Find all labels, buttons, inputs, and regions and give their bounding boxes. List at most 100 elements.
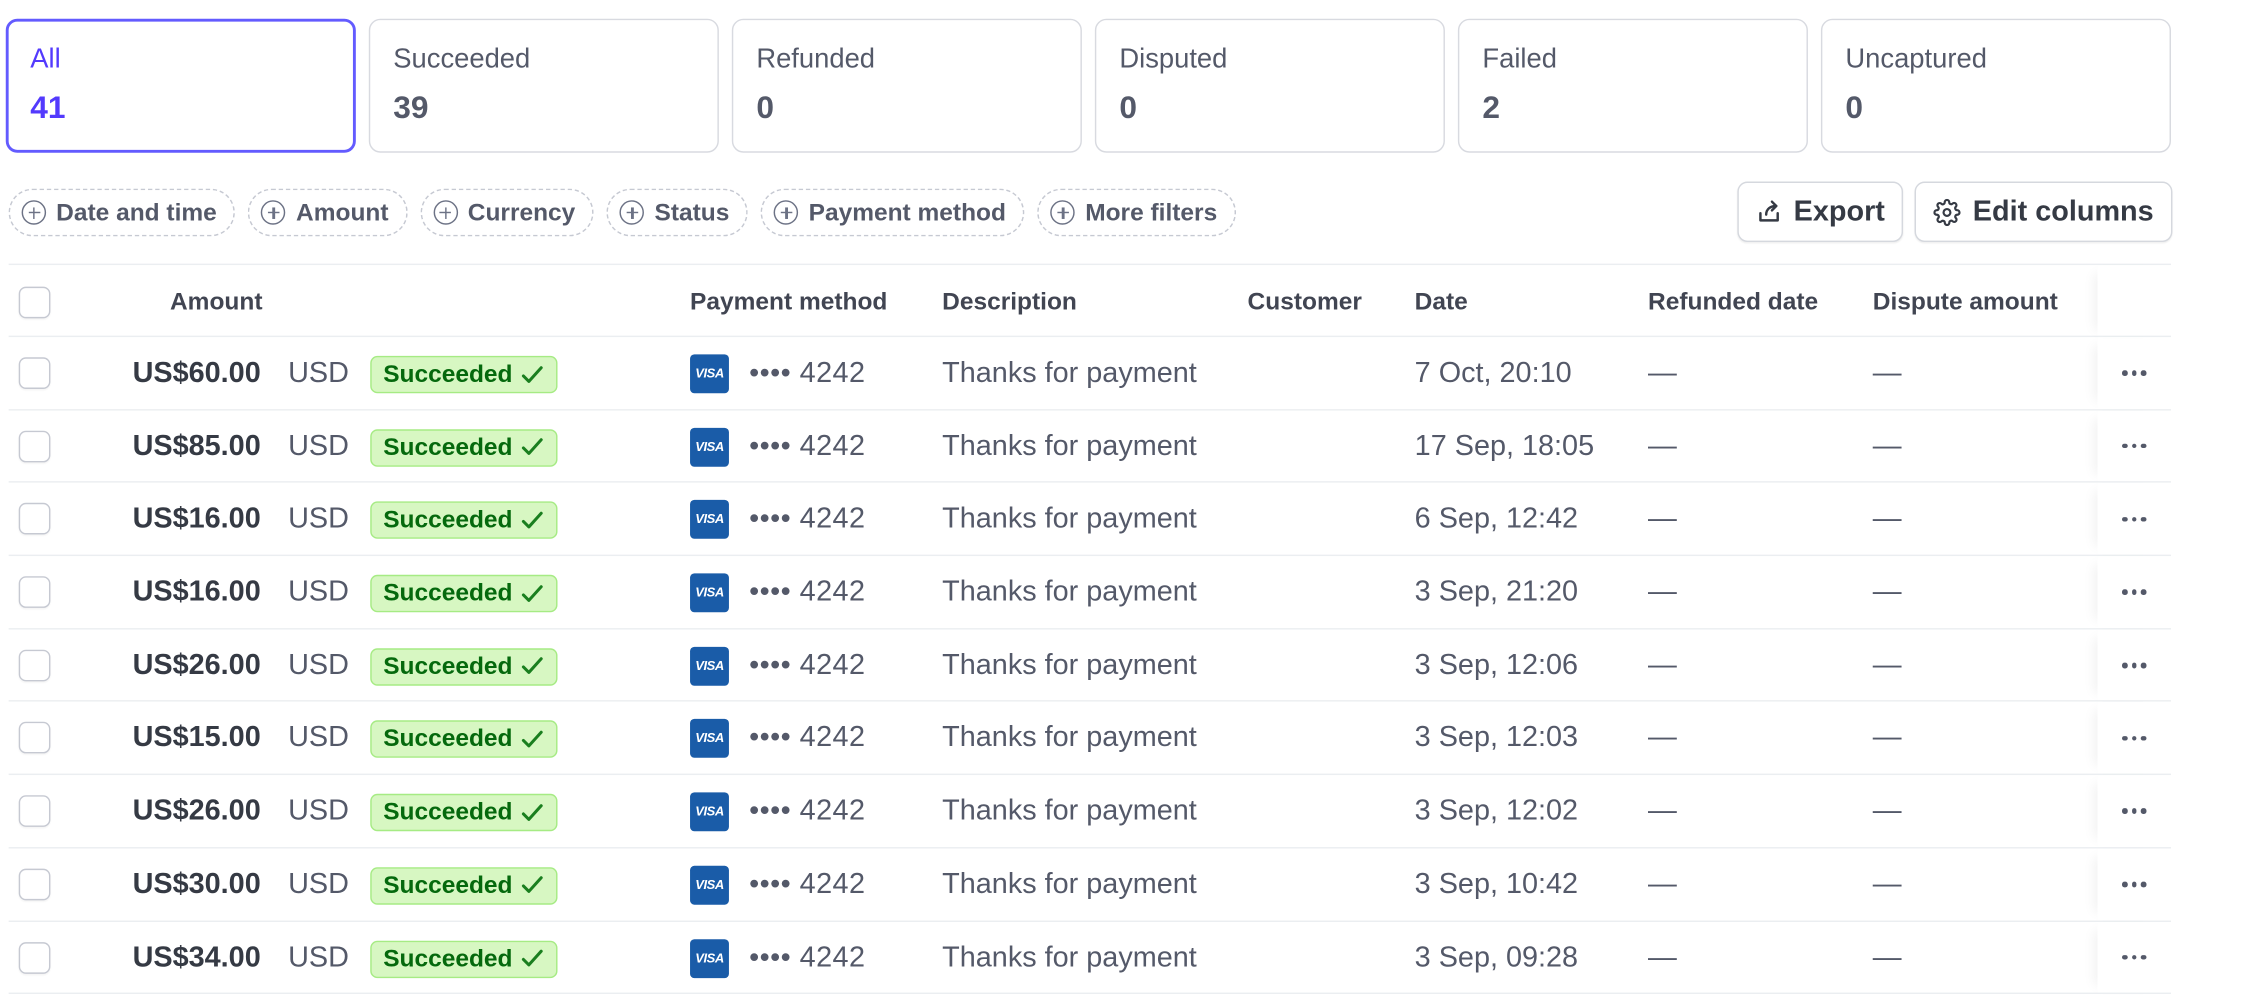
column-header-description[interactable]: Description (942, 265, 1077, 338)
table-actions: Export Edit columns (1737, 181, 2173, 243)
date-cell: 17 Sep, 18:05 (1414, 430, 1595, 462)
status-badge: Succeeded (370, 793, 558, 832)
filter-status[interactable]: Status (606, 188, 749, 237)
row-more-button[interactable] (2098, 337, 2171, 409)
description-cell: Thanks for payment (942, 503, 1197, 536)
table-row[interactable]: US$30.00 USD Succeeded VISA •••• 4242 Th… (8, 848, 2171, 922)
more-horizontal-icon (2122, 370, 2147, 376)
amount-cell: US$30.00 (132, 868, 261, 901)
currency-cell: USD (288, 722, 349, 755)
filter-payment-method[interactable]: Payment method (761, 188, 1025, 237)
more-horizontal-icon (2122, 954, 2147, 960)
column-header-refunded-date[interactable]: Refunded date (1648, 265, 1818, 338)
row-more-button[interactable] (2098, 483, 2171, 555)
export-button[interactable]: Export (1737, 181, 1904, 243)
table-row[interactable]: US$16.00 USD Succeeded VISA •••• 4242 Th… (8, 556, 2171, 630)
checkmark-icon (521, 584, 543, 602)
status-tab-succeeded[interactable]: Succeeded 39 (368, 18, 719, 153)
status-tab-count: 2 (1482, 89, 1501, 126)
card-number-cell: •••• 4242 (749, 722, 866, 755)
visa-icon: VISA (690, 792, 729, 832)
status-tab-refunded[interactable]: Refunded 0 (731, 18, 1082, 153)
table-row[interactable]: US$34.00 USD Succeeded VISA •••• 4242 Th… (8, 921, 2171, 995)
row-checkbox[interactable] (18, 795, 51, 828)
filter-amount[interactable]: Amount (248, 188, 408, 237)
visa-icon: VISA (690, 646, 729, 686)
status-badge: Succeeded (370, 647, 558, 686)
filter-label: Currency (467, 198, 576, 226)
status-badge: Succeeded (370, 720, 558, 759)
status-tab-label: Refunded (756, 44, 876, 75)
checkmark-icon (521, 438, 543, 456)
dispute-amount-cell: — (1872, 430, 1902, 462)
row-checkbox[interactable] (18, 868, 51, 901)
row-checkbox[interactable] (18, 430, 51, 462)
currency-cell: USD (288, 357, 349, 389)
column-header-dispute-amount[interactable]: Dispute amount (1873, 265, 2058, 338)
table-row[interactable]: US$16.00 USD Succeeded VISA •••• 4242 Th… (8, 483, 2171, 557)
edit-columns-button[interactable]: Edit columns (1915, 181, 2173, 243)
refunded-date-cell: — (1648, 430, 1677, 462)
more-horizontal-icon (2122, 589, 2147, 595)
table-row[interactable]: US$85.00 USD Succeeded VISA •••• 4242 Th… (8, 410, 2171, 484)
date-cell: 3 Sep, 09:28 (1414, 941, 1579, 974)
status-tab-uncaptured[interactable]: Uncaptured 0 (1820, 18, 2171, 153)
payments-table: Amount Payment method Description Custom… (8, 263, 2171, 995)
column-header-amount[interactable]: Amount (170, 265, 263, 338)
refunded-date-cell: — (1648, 649, 1677, 682)
filter-more-filters[interactable]: More filters (1037, 188, 1236, 237)
select-all-checkbox[interactable] (18, 286, 51, 319)
column-header-payment-method[interactable]: Payment method (690, 265, 887, 338)
table-body: US$60.00 USD Succeeded VISA •••• 4242 Th… (8, 337, 2171, 995)
plus-circle-icon (619, 200, 645, 225)
date-cell: 3 Sep, 12:03 (1414, 722, 1579, 755)
visa-icon: VISA (690, 938, 729, 978)
description-cell: Thanks for payment (942, 576, 1197, 609)
filter-currency[interactable]: Currency (420, 188, 595, 237)
row-checkbox[interactable] (18, 576, 51, 609)
dispute-amount-cell: — (1872, 795, 1902, 828)
amount-cell: US$26.00 (132, 795, 261, 828)
plus-circle-icon (433, 200, 458, 225)
row-more-button[interactable] (2098, 410, 2171, 482)
table-row[interactable]: US$26.00 USD Succeeded VISA •••• 4242 Th… (8, 629, 2171, 703)
payments-page: All 41 Succeeded 39 Refunded 0 Disputed … (0, 0, 2256, 996)
table-row[interactable]: US$60.00 USD Succeeded VISA •••• 4242 Th… (8, 337, 2171, 411)
column-header-date[interactable]: Date (1415, 265, 1468, 338)
filter-date-and-time[interactable]: Date and time (8, 188, 236, 237)
row-more-button[interactable] (2098, 848, 2171, 920)
visa-icon: VISA (690, 427, 729, 467)
status-badge-label: Succeeded (383, 725, 513, 753)
row-more-button[interactable] (2098, 921, 2171, 993)
status-badge-label: Succeeded (383, 944, 513, 972)
row-more-button[interactable] (2098, 556, 2171, 628)
checkmark-icon (521, 730, 543, 748)
row-more-button[interactable] (2098, 629, 2171, 701)
status-badge-label: Succeeded (383, 798, 513, 826)
dispute-amount-cell: — (1872, 576, 1902, 609)
more-horizontal-icon (2122, 662, 2147, 668)
row-checkbox[interactable] (18, 941, 51, 974)
status-tab-disputed[interactable]: Disputed 0 (1094, 18, 1445, 153)
description-cell: Thanks for payment (942, 941, 1197, 974)
status-tab-all[interactable]: All 41 (5, 18, 356, 153)
status-tab-failed[interactable]: Failed 2 (1457, 18, 1808, 153)
export-icon (1759, 200, 1780, 222)
row-more-button[interactable] (2098, 702, 2171, 774)
status-badge-label: Succeeded (383, 360, 513, 388)
status-tab-count: 0 (1119, 89, 1137, 126)
row-checkbox[interactable] (18, 722, 51, 755)
row-more-button[interactable] (2098, 775, 2171, 847)
column-header-customer[interactable]: Customer (1248, 265, 1362, 338)
card-number-cell: •••• 4242 (749, 868, 866, 901)
table-row[interactable]: US$26.00 USD Succeeded VISA •••• 4242 Th… (8, 775, 2171, 849)
row-checkbox[interactable] (18, 503, 51, 536)
amount-cell: US$60.00 (132, 357, 261, 389)
status-badge-label: Succeeded (383, 506, 513, 534)
currency-cell: USD (288, 576, 349, 609)
card-number-cell: •••• 4242 (749, 503, 866, 536)
table-row[interactable]: US$15.00 USD Succeeded VISA •••• 4242 Th… (8, 702, 2171, 776)
row-checkbox[interactable] (18, 357, 51, 389)
row-checkbox[interactable] (18, 649, 51, 682)
checkmark-icon (521, 803, 543, 821)
